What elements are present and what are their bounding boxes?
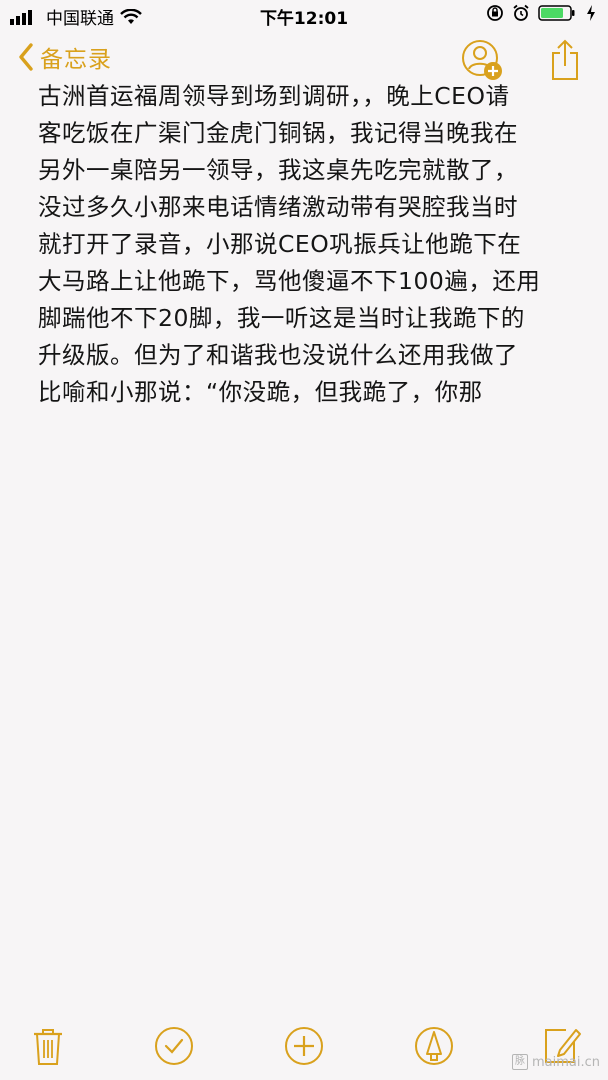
note-line: 升级版。但为了和谐我也没说什么还用我做了 [38,341,518,369]
back-button[interactable]: 备忘录 [18,40,112,74]
status-bar: 中国联通 下午12:01 [0,0,608,30]
status-right [486,4,596,22]
watermark-logo-icon: 脉 [511,1054,528,1070]
note-line: 没过多久小那来电话情绪激动带有哭腔我当时 [38,193,518,221]
nav-actions [460,38,580,82]
charging-icon [587,5,595,21]
note-line: 另外一桌陪另一领导，我这桌先吃完就散了， [38,156,518,184]
note-content[interactable]: 古洲首运福周领导到场到调研，，晚上CEO请 客吃饭在广渠门金虎门铜锅，我记得当晚… [38,78,572,418]
checklist-icon[interactable] [152,1024,196,1068]
watermark: 脉 maimai.cn [511,1054,600,1070]
note-line: 客吃饭在广渠门金虎门铜锅，我记得当晚我在 [38,119,518,147]
battery-icon [538,5,575,21]
add-person-icon[interactable] [460,38,504,82]
markup-icon[interactable] [412,1024,456,1068]
back-label: 备忘录 [40,47,112,73]
note-line: 比喻和小那说：“你没跪，但我跪了，你那 [38,378,483,406]
chevron-left-icon [19,43,33,71]
alarm-icon [513,4,529,21]
trash-icon[interactable] [26,1024,70,1068]
watermark-text: maimai.cn [531,1054,600,1070]
share-icon[interactable] [550,39,580,81]
add-icon[interactable] [282,1024,326,1068]
bottom-toolbar [0,1018,608,1080]
note-line: 就打开了录音，小那说CEO巩振兵让他跪下在 [38,230,522,258]
note-line: 古洲首运福周领导到场到调研，，晚上CEO请 [38,82,510,110]
note-line: 大马路上让他跪下，骂他傻逼不下100遍，还用 [38,267,541,295]
orientation-lock-icon [487,5,503,21]
note-line: 脚踹他不下20脚，我一听这是当时让我跪下的 [38,304,525,332]
